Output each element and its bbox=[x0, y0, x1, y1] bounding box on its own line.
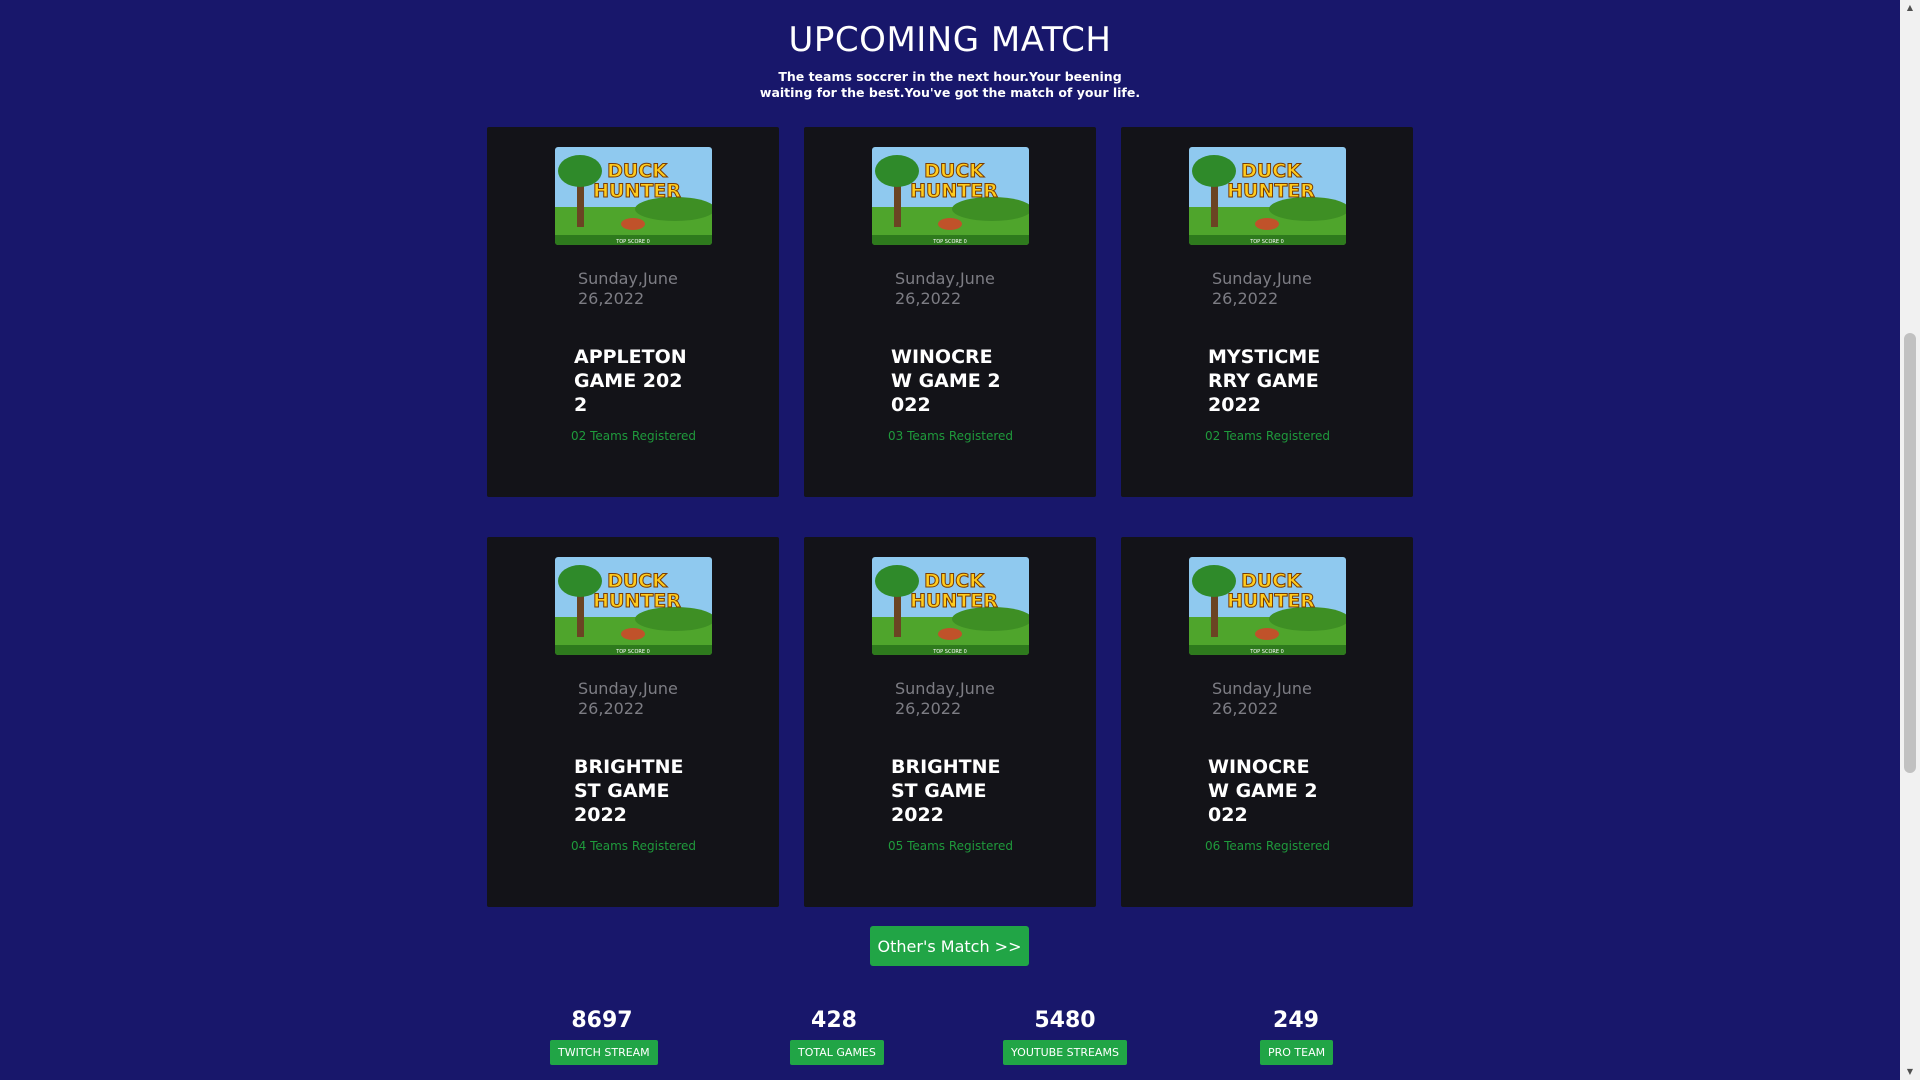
match-title-text: WINOCREW GAME 2022 bbox=[891, 346, 1001, 416]
game-logo-top: DUCK bbox=[924, 570, 985, 592]
match-card[interactable]: DUCK HUNTER TOP SCORE 0 Sunday,June 26,2… bbox=[804, 127, 1096, 497]
match-card[interactable]: DUCK HUNTER TOP SCORE 0 Sunday,June 26,2… bbox=[487, 537, 779, 907]
teams-registered: 02 Teams Registered bbox=[571, 429, 697, 443]
teams-registered: 05 Teams Registered bbox=[888, 839, 1014, 853]
match-title-text: BRIGHTNEST GAME 2022 bbox=[891, 756, 1001, 826]
game-score: TOP SCORE 0 bbox=[1249, 239, 1284, 245]
teams-registered: 03 Teams Registered bbox=[888, 429, 1014, 443]
game-thumbnail[interactable]: DUCK HUNTER TOP SCORE 0 bbox=[872, 147, 1029, 245]
game-thumbnail[interactable]: DUCK HUNTER TOP SCORE 0 bbox=[555, 147, 712, 245]
game-thumbnail[interactable]: DUCK HUNTER TOP SCORE 0 bbox=[1189, 557, 1346, 655]
match-title: WINOCREW GAME 2022 06 Teams Registered bbox=[1205, 755, 1331, 853]
game-score: TOP SCORE 0 bbox=[1249, 649, 1284, 655]
game-thumbnail[interactable]: DUCK HUNTER TOP SCORE 0 bbox=[555, 557, 712, 655]
match-grid: DUCK HUNTER TOP SCORE 0 Sunday,June 26,2… bbox=[487, 127, 1413, 907]
game-score: TOP SCORE 0 bbox=[615, 649, 650, 655]
teams-registered: 02 Teams Registered bbox=[1205, 429, 1331, 443]
match-card[interactable]: DUCK HUNTER TOP SCORE 0 Sunday,June 26,2… bbox=[487, 127, 779, 497]
match-title-text: APPLETON GAME 2022 bbox=[574, 346, 687, 416]
stat-label-button[interactable]: TWITCH STREAM bbox=[550, 1040, 658, 1065]
game-logo-top: DUCK bbox=[607, 160, 668, 182]
match-title-text: WINOCREW GAME 2022 bbox=[1208, 756, 1318, 826]
section-title: UPCOMING MATCH bbox=[788, 20, 1112, 60]
game-logo-top: DUCK bbox=[1241, 570, 1302, 592]
stat-value: 8697 bbox=[571, 1008, 633, 1033]
stat-twitch: 8697 TWITCH STREAM bbox=[550, 1006, 658, 1065]
scrollbar-thumb[interactable] bbox=[1904, 333, 1916, 773]
game-thumbnail[interactable]: DUCK HUNTER TOP SCORE 0 bbox=[1189, 147, 1346, 245]
match-date: Sunday,June 26,2022 bbox=[578, 679, 678, 718]
stat-value: 5480 bbox=[1034, 1008, 1096, 1033]
match-date: Sunday,June 26,2022 bbox=[895, 679, 995, 718]
match-title: BRIGHTNEST GAME 2022 04 Teams Registered bbox=[571, 755, 697, 853]
match-card[interactable]: DUCK HUNTER TOP SCORE 0 Sunday,June 26,2… bbox=[1121, 537, 1413, 907]
match-card[interactable]: DUCK HUNTER TOP SCORE 0 Sunday,June 26,2… bbox=[1121, 127, 1413, 497]
match-date: Sunday,June 26,2022 bbox=[1212, 679, 1312, 718]
match-title: WINOCREW GAME 2022 03 Teams Registered bbox=[888, 345, 1014, 443]
game-score: TOP SCORE 0 bbox=[615, 239, 650, 245]
game-logo-bottom: HUNTER bbox=[1227, 590, 1315, 612]
teams-registered: 04 Teams Registered bbox=[571, 839, 697, 853]
stat-total-games: 428 TOTAL GAMES bbox=[790, 1006, 884, 1065]
vertical-scrollbar[interactable]: ▲ ▼ bbox=[1900, 0, 1920, 1080]
game-logo-bottom: HUNTER bbox=[1227, 180, 1315, 202]
stat-label-button[interactable]: YOUTUBE STREAMS bbox=[1003, 1040, 1127, 1065]
match-title-text: BRIGHTNEST GAME 2022 bbox=[574, 756, 684, 826]
match-date: Sunday,June 26,2022 bbox=[578, 269, 678, 308]
match-title: BRIGHTNEST GAME 2022 05 Teams Registered bbox=[888, 755, 1014, 853]
scroll-down-icon[interactable]: ▼ bbox=[1900, 1064, 1920, 1080]
game-score: TOP SCORE 0 bbox=[932, 239, 967, 245]
stat-value: 249 bbox=[1273, 1008, 1319, 1033]
stat-label-button[interactable]: TOTAL GAMES bbox=[790, 1040, 884, 1065]
game-logo-top: DUCK bbox=[607, 570, 668, 592]
game-logo-bottom: HUNTER bbox=[593, 180, 681, 202]
match-date: Sunday,June 26,2022 bbox=[1212, 269, 1312, 308]
stat-label-button[interactable]: PRO TEAM bbox=[1260, 1040, 1334, 1065]
game-logo-bottom: HUNTER bbox=[593, 590, 681, 612]
stat-pro-team: 249 PRO TEAM bbox=[1260, 1006, 1334, 1065]
upcoming-match-section: UPCOMING MATCH The teams soccrer in the … bbox=[0, 0, 1900, 1080]
game-logo-top: DUCK bbox=[924, 160, 985, 182]
section-subtitle: The teams soccrer in the next hour.Your … bbox=[759, 69, 1141, 100]
game-score: TOP SCORE 0 bbox=[932, 649, 967, 655]
teams-registered: 06 Teams Registered bbox=[1205, 839, 1331, 853]
match-title: MYSTICMERRY GAME 2022 02 Teams Registered bbox=[1205, 345, 1331, 443]
game-logo-top: DUCK bbox=[1241, 160, 1302, 182]
stat-youtube: 5480 YOUTUBE STREAMS bbox=[1003, 1006, 1127, 1065]
match-title-text: MYSTICMERRY GAME 2022 bbox=[1208, 346, 1321, 416]
game-thumbnail[interactable]: DUCK HUNTER TOP SCORE 0 bbox=[872, 557, 1029, 655]
others-match-button[interactable]: Other's Match >> bbox=[870, 926, 1029, 966]
match-date: Sunday,June 26,2022 bbox=[895, 269, 995, 308]
game-logo-bottom: HUNTER bbox=[910, 180, 998, 202]
match-card[interactable]: DUCK HUNTER TOP SCORE 0 Sunday,June 26,2… bbox=[804, 537, 1096, 907]
scroll-up-icon[interactable]: ▲ bbox=[1900, 0, 1920, 16]
game-logo-bottom: HUNTER bbox=[910, 590, 998, 612]
stat-value: 428 bbox=[811, 1008, 857, 1033]
match-title: APPLETON GAME 2022 02 Teams Registered bbox=[571, 345, 697, 443]
